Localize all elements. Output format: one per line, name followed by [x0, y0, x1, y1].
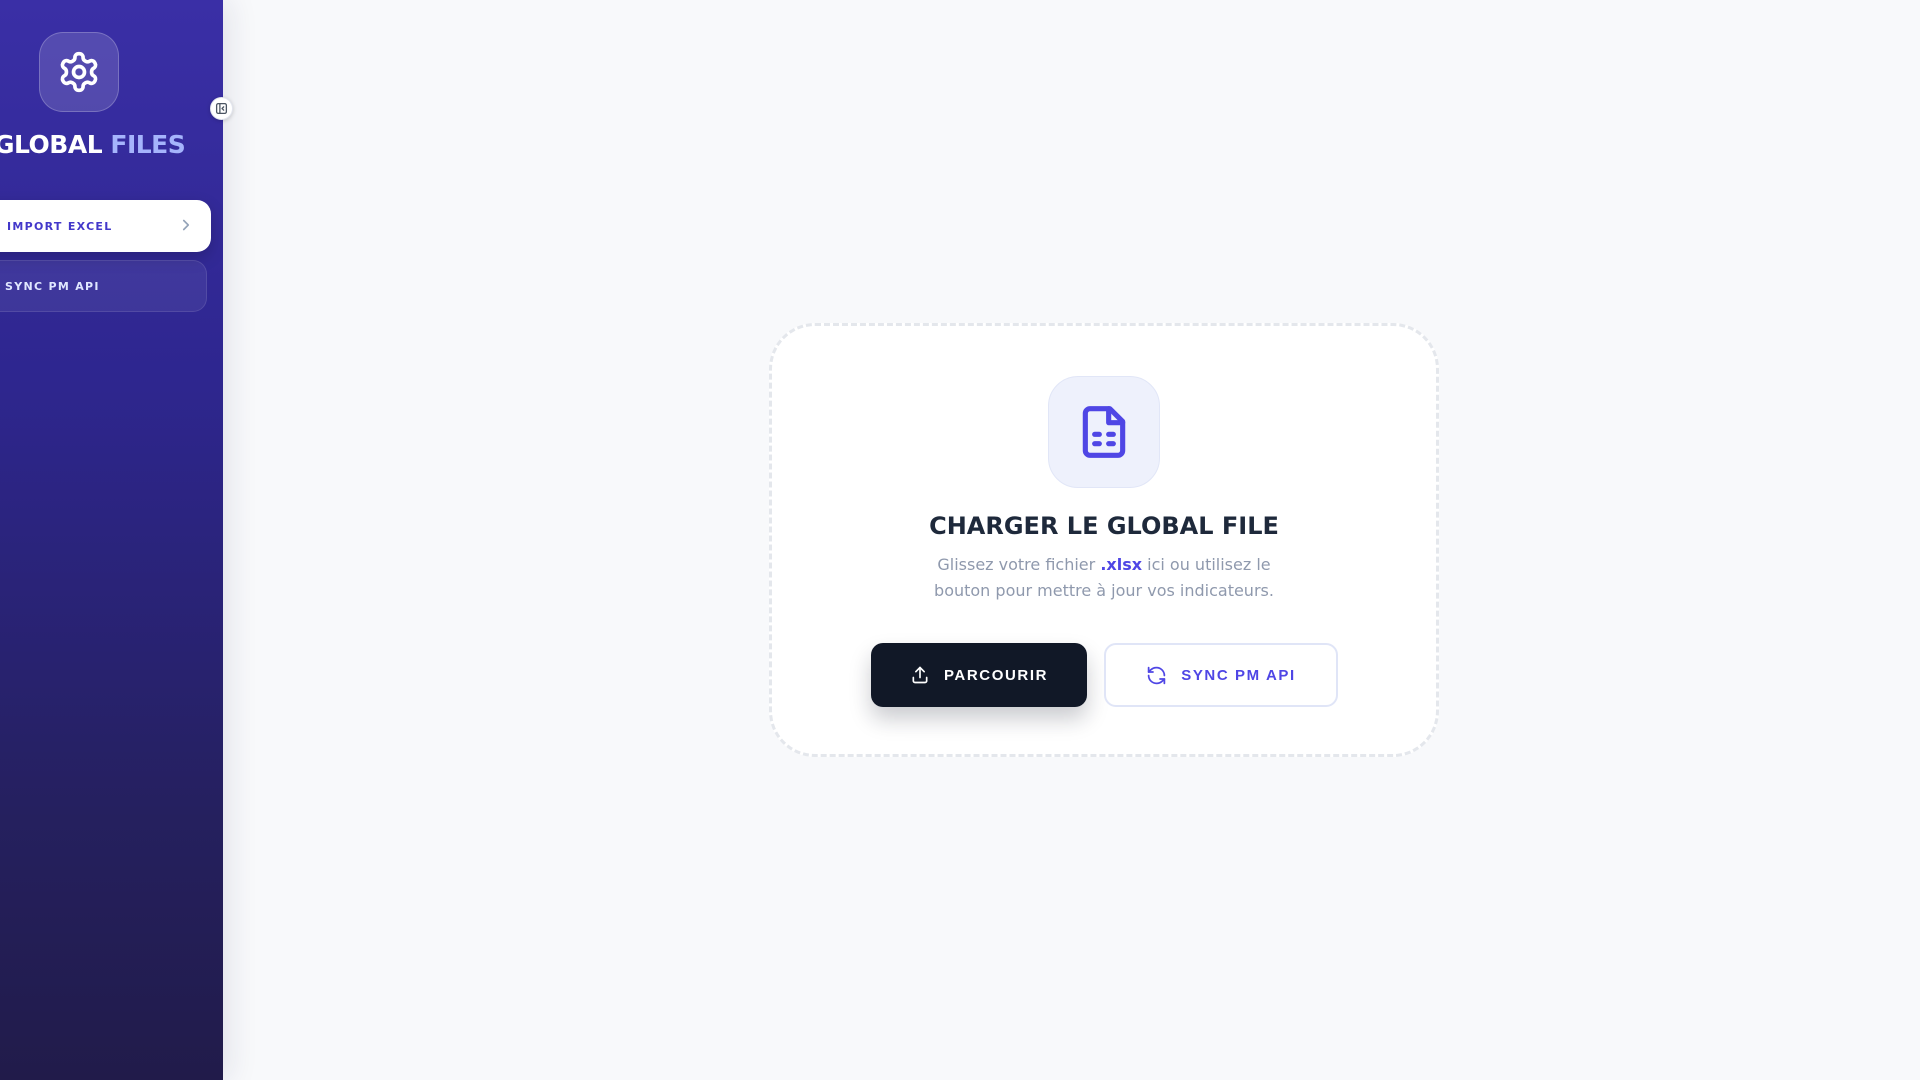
chevron-right-icon: [182, 219, 190, 231]
file-icon-tile: [1048, 376, 1160, 488]
upload-title: CHARGER LE GLOBAL FILE: [929, 512, 1279, 540]
gear-icon: [60, 51, 98, 93]
sidebar-item-label: IMPORT EXCEL: [7, 219, 113, 233]
upload-dropzone[interactable]: CHARGER LE GLOBAL FILE Glissez votre fic…: [769, 323, 1439, 757]
app-brand: GLOBAL FILES: [0, 130, 186, 159]
sidebar: GLOBAL FILES IMPORT EXCEL SYNC PM API: [0, 0, 223, 1080]
sidebar-item-import-excel[interactable]: IMPORT EXCEL: [0, 200, 211, 252]
upload-description: Glissez votre fichier .xlsx ici ou utili…: [932, 552, 1276, 604]
upload-icon: [912, 666, 928, 684]
browse-button[interactable]: PARCOURIR: [871, 643, 1087, 707]
refresh-icon: [1147, 666, 1166, 684]
browse-button-label: PARCOURIR: [943, 666, 1049, 684]
sync-pm-api-button[interactable]: SYNC PM API: [1104, 643, 1338, 707]
app-root: GLOBAL FILES IMPORT EXCEL SYNC PM API CH…: [0, 0, 1920, 1080]
sidebar-item-label: SYNC PM API: [5, 279, 100, 293]
brand-highlight-word: FILES: [110, 130, 186, 159]
desc-text-start: Glissez votre fichier: [937, 555, 1101, 574]
sync-button-label: SYNC PM API: [1181, 666, 1296, 684]
spreadsheet-file-icon: [1082, 406, 1126, 458]
brand-primary-word: GLOBAL: [0, 130, 103, 159]
sidebar-collapse-button[interactable]: [210, 97, 233, 120]
app-logo: [39, 32, 119, 112]
sidebar-collapse-icon: [215, 102, 228, 115]
file-extension-highlight: .xlsx: [1100, 555, 1143, 574]
sidebar-item-sync-pm-api[interactable]: SYNC PM API: [0, 260, 207, 312]
